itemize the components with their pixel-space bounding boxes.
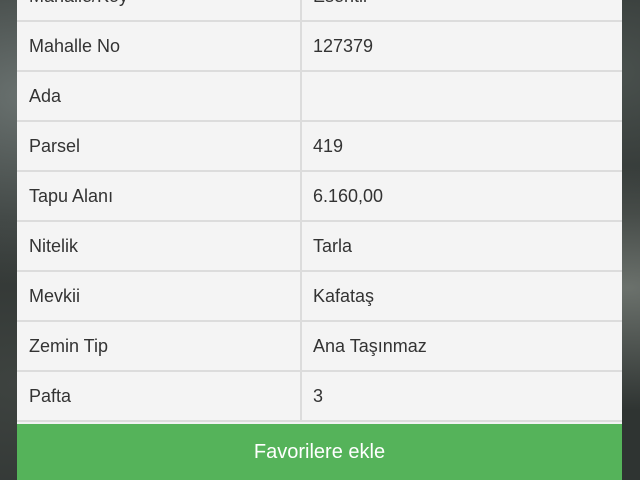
row-label: Nitelik xyxy=(17,222,302,270)
row-value: 3 xyxy=(313,385,324,406)
table-row-ada: Ada xyxy=(17,72,622,122)
parcel-info-table: Mahalle/Köy Esentil Mahalle No 127379 Ad… xyxy=(17,0,622,422)
row-value xyxy=(302,72,622,120)
row-value: Kafataş xyxy=(313,285,375,306)
row-value: Ana Taşınmaz xyxy=(313,335,427,356)
row-label: Pafta xyxy=(17,372,302,420)
row-label: Mahalle/Köy xyxy=(17,0,302,20)
table-row-mahalle-koy: Mahalle/Köy Esentil xyxy=(17,0,622,22)
row-value: Tarla xyxy=(313,235,353,256)
table-row-tapu-alani: Tapu Alanı 6.160,00 xyxy=(17,172,622,222)
table-row-mahalle-no: Mahalle No 127379 xyxy=(17,22,622,72)
screen: Mahalle/Köy Esentil Mahalle No 127379 Ad… xyxy=(0,0,640,480)
parcel-info-panel: Mahalle/Köy Esentil Mahalle No 127379 Ad… xyxy=(17,0,622,480)
row-value: 419 xyxy=(313,135,344,156)
row-label: Parsel xyxy=(17,122,302,170)
add-to-favorites-button[interactable]: Favorilere ekle xyxy=(17,424,622,480)
row-label: Mahalle No xyxy=(17,22,302,70)
table-row-parsel: Parsel 419 xyxy=(17,122,622,172)
row-label: Mevkii xyxy=(17,272,302,320)
row-value: 6.160,00 xyxy=(313,185,384,206)
table-row-nitelik: Nitelik Tarla xyxy=(17,222,622,272)
row-label: Zemin Tip xyxy=(17,322,302,370)
table-row-zemin-tip: Zemin Tip Ana Taşınmaz xyxy=(17,322,622,372)
row-label: Tapu Alanı xyxy=(17,172,302,220)
row-label: Ada xyxy=(17,72,302,120)
row-value: Esentil xyxy=(302,0,622,20)
table-row-pafta: Pafta 3 xyxy=(17,372,622,422)
row-value: 127379 xyxy=(313,35,374,56)
table-row-mevkii: Mevkii Kafataş xyxy=(17,272,622,322)
